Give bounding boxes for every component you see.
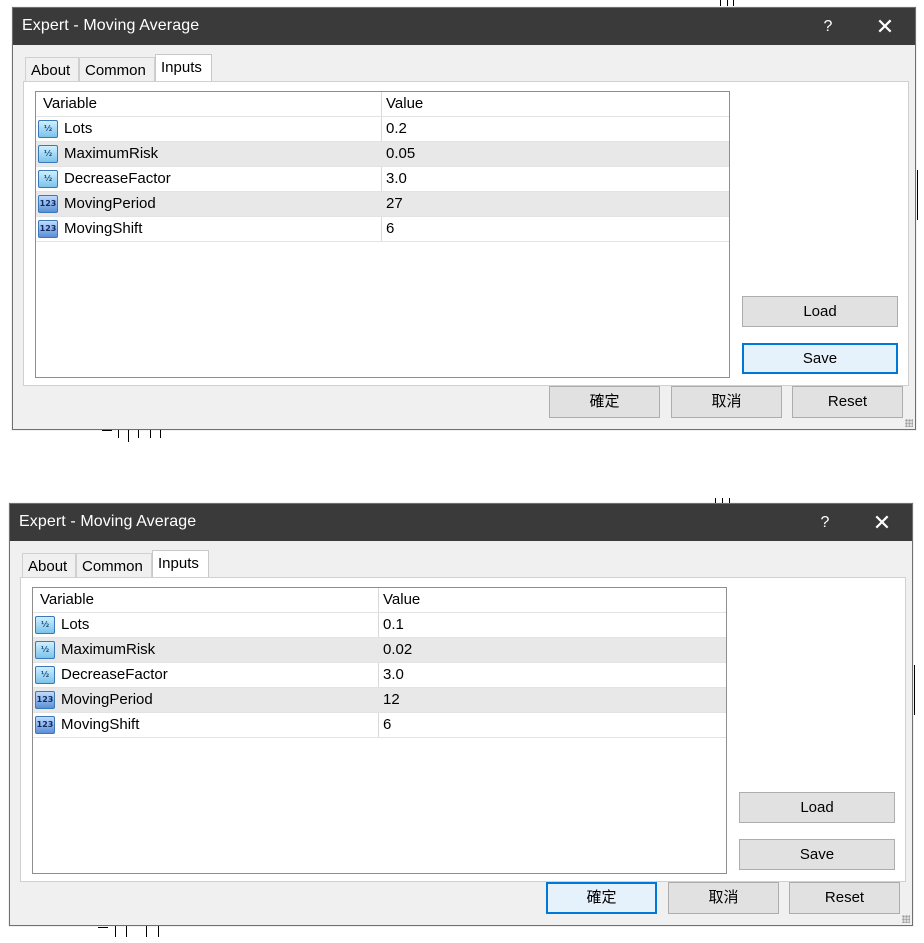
variable-value[interactable]: 0.2 [386,117,407,141]
inputs-grid: Variable Value ½ Lots 0.2 ½ MaximumRisk … [35,91,730,378]
table-row[interactable]: 123 MovingShift 6 [36,217,729,242]
chart-tick [126,925,127,937]
table-row[interactable]: ½ Lots 0.2 [36,117,729,142]
chart-tick [720,0,721,6]
dialog-title: Expert - Moving Average [19,513,197,530]
load-button[interactable]: Load [739,792,895,823]
integer-icon: 123 [35,691,55,709]
variable-name: MovingPeriod [64,195,156,212]
tab-about[interactable]: About [22,553,76,578]
close-button[interactable]: ✕ [858,504,906,541]
variable-value[interactable]: 3.0 [383,663,404,687]
tab-common[interactable]: Common [76,553,152,578]
resize-grip[interactable] [902,915,910,923]
title-bar[interactable]: Expert - Moving Average ? ✕ [13,8,915,45]
variable-name: MovingShift [64,220,143,237]
variable-name: Lots [64,120,93,137]
integer-icon: 123 [38,195,58,213]
table-row[interactable]: ½ DecreaseFactor 3.0 [33,663,726,688]
variable-value[interactable]: 3.0 [386,167,407,191]
double-icon: ½ [35,616,55,634]
chart-tick [917,170,918,220]
double-icon: ½ [38,170,58,188]
table-row[interactable]: ½ MaximumRisk 0.02 [33,638,726,663]
expert-dialog: Expert - Moving Average ? ✕ About Common… [9,503,913,926]
grid-header: Variable Value [36,92,729,117]
save-button[interactable]: Save [742,343,898,374]
chart-tick [727,0,728,6]
table-row[interactable]: 123 MovingPeriod 27 [36,192,729,217]
header-variable: Variable [40,591,94,608]
chart-tick [914,665,915,715]
reset-button[interactable]: Reset [789,882,900,914]
ok-button[interactable]: 確定 [546,882,657,914]
header-variable: Variable [43,95,97,112]
variable-name: DecreaseFactor [61,666,168,683]
double-icon: ½ [35,666,55,684]
header-value: Value [383,591,421,608]
cancel-button[interactable]: 取消 [671,386,782,418]
grid-header: Variable Value [33,588,726,613]
tab-inputs[interactable]: Inputs [155,54,212,82]
variable-value[interactable]: 12 [383,688,400,712]
table-row[interactable]: ½ DecreaseFactor 3.0 [36,167,729,192]
tab-common[interactable]: Common [79,57,155,82]
title-bar[interactable]: Expert - Moving Average ? ✕ [10,504,912,541]
variable-name: DecreaseFactor [64,170,171,187]
chart-tick [146,925,147,937]
header-value: Value [386,95,424,112]
expert-dialog: Expert - Moving Average ? ✕ About Common… [12,7,916,430]
chart-tick [128,428,129,442]
table-row[interactable]: ½ Lots 0.1 [33,613,726,638]
reset-button[interactable]: Reset [792,386,903,418]
variable-value[interactable]: 0.02 [383,638,412,662]
table-row[interactable]: ½ MaximumRisk 0.05 [36,142,729,167]
cancel-button[interactable]: 取消 [668,882,779,914]
chart-tick [158,925,159,937]
tab-inputs[interactable]: Inputs [152,550,209,578]
help-button[interactable]: ? [804,8,852,45]
variable-value[interactable]: 6 [383,713,391,737]
inputs-panel: Variable Value ½ Lots 0.1 ½ MaximumRisk … [20,577,906,882]
variable-value[interactable]: 0.1 [383,613,404,637]
variable-name: MaximumRisk [64,145,159,162]
chart-tick [733,0,734,6]
variable-value[interactable]: 27 [386,192,403,216]
integer-icon: 123 [35,716,55,734]
variable-value[interactable]: 0.05 [386,142,415,166]
chart-tick [102,430,112,431]
table-row[interactable]: 123 MovingPeriod 12 [33,688,726,713]
variable-name: MovingPeriod [61,691,153,708]
double-icon: ½ [38,120,58,138]
variable-name: Lots [61,616,90,633]
dialog-title: Expert - Moving Average [22,17,200,34]
double-icon: ½ [38,145,58,163]
load-button[interactable]: Load [742,296,898,327]
close-button[interactable]: ✕ [861,8,909,45]
chart-tick [115,925,116,937]
variable-value[interactable]: 6 [386,217,394,241]
help-button[interactable]: ? [801,504,849,541]
table-row[interactable]: 123 MovingShift 6 [33,713,726,738]
tab-about[interactable]: About [25,57,79,82]
variable-name: MovingShift [61,716,140,733]
inputs-panel: Variable Value ½ Lots 0.2 ½ MaximumRisk … [23,81,909,386]
ok-button[interactable]: 確定 [549,386,660,418]
chart-tick [98,927,108,928]
inputs-grid: Variable Value ½ Lots 0.1 ½ MaximumRisk … [32,587,727,874]
integer-icon: 123 [38,220,58,238]
double-icon: ½ [35,641,55,659]
resize-grip[interactable] [905,419,913,427]
save-button[interactable]: Save [739,839,895,870]
variable-name: MaximumRisk [61,641,156,658]
